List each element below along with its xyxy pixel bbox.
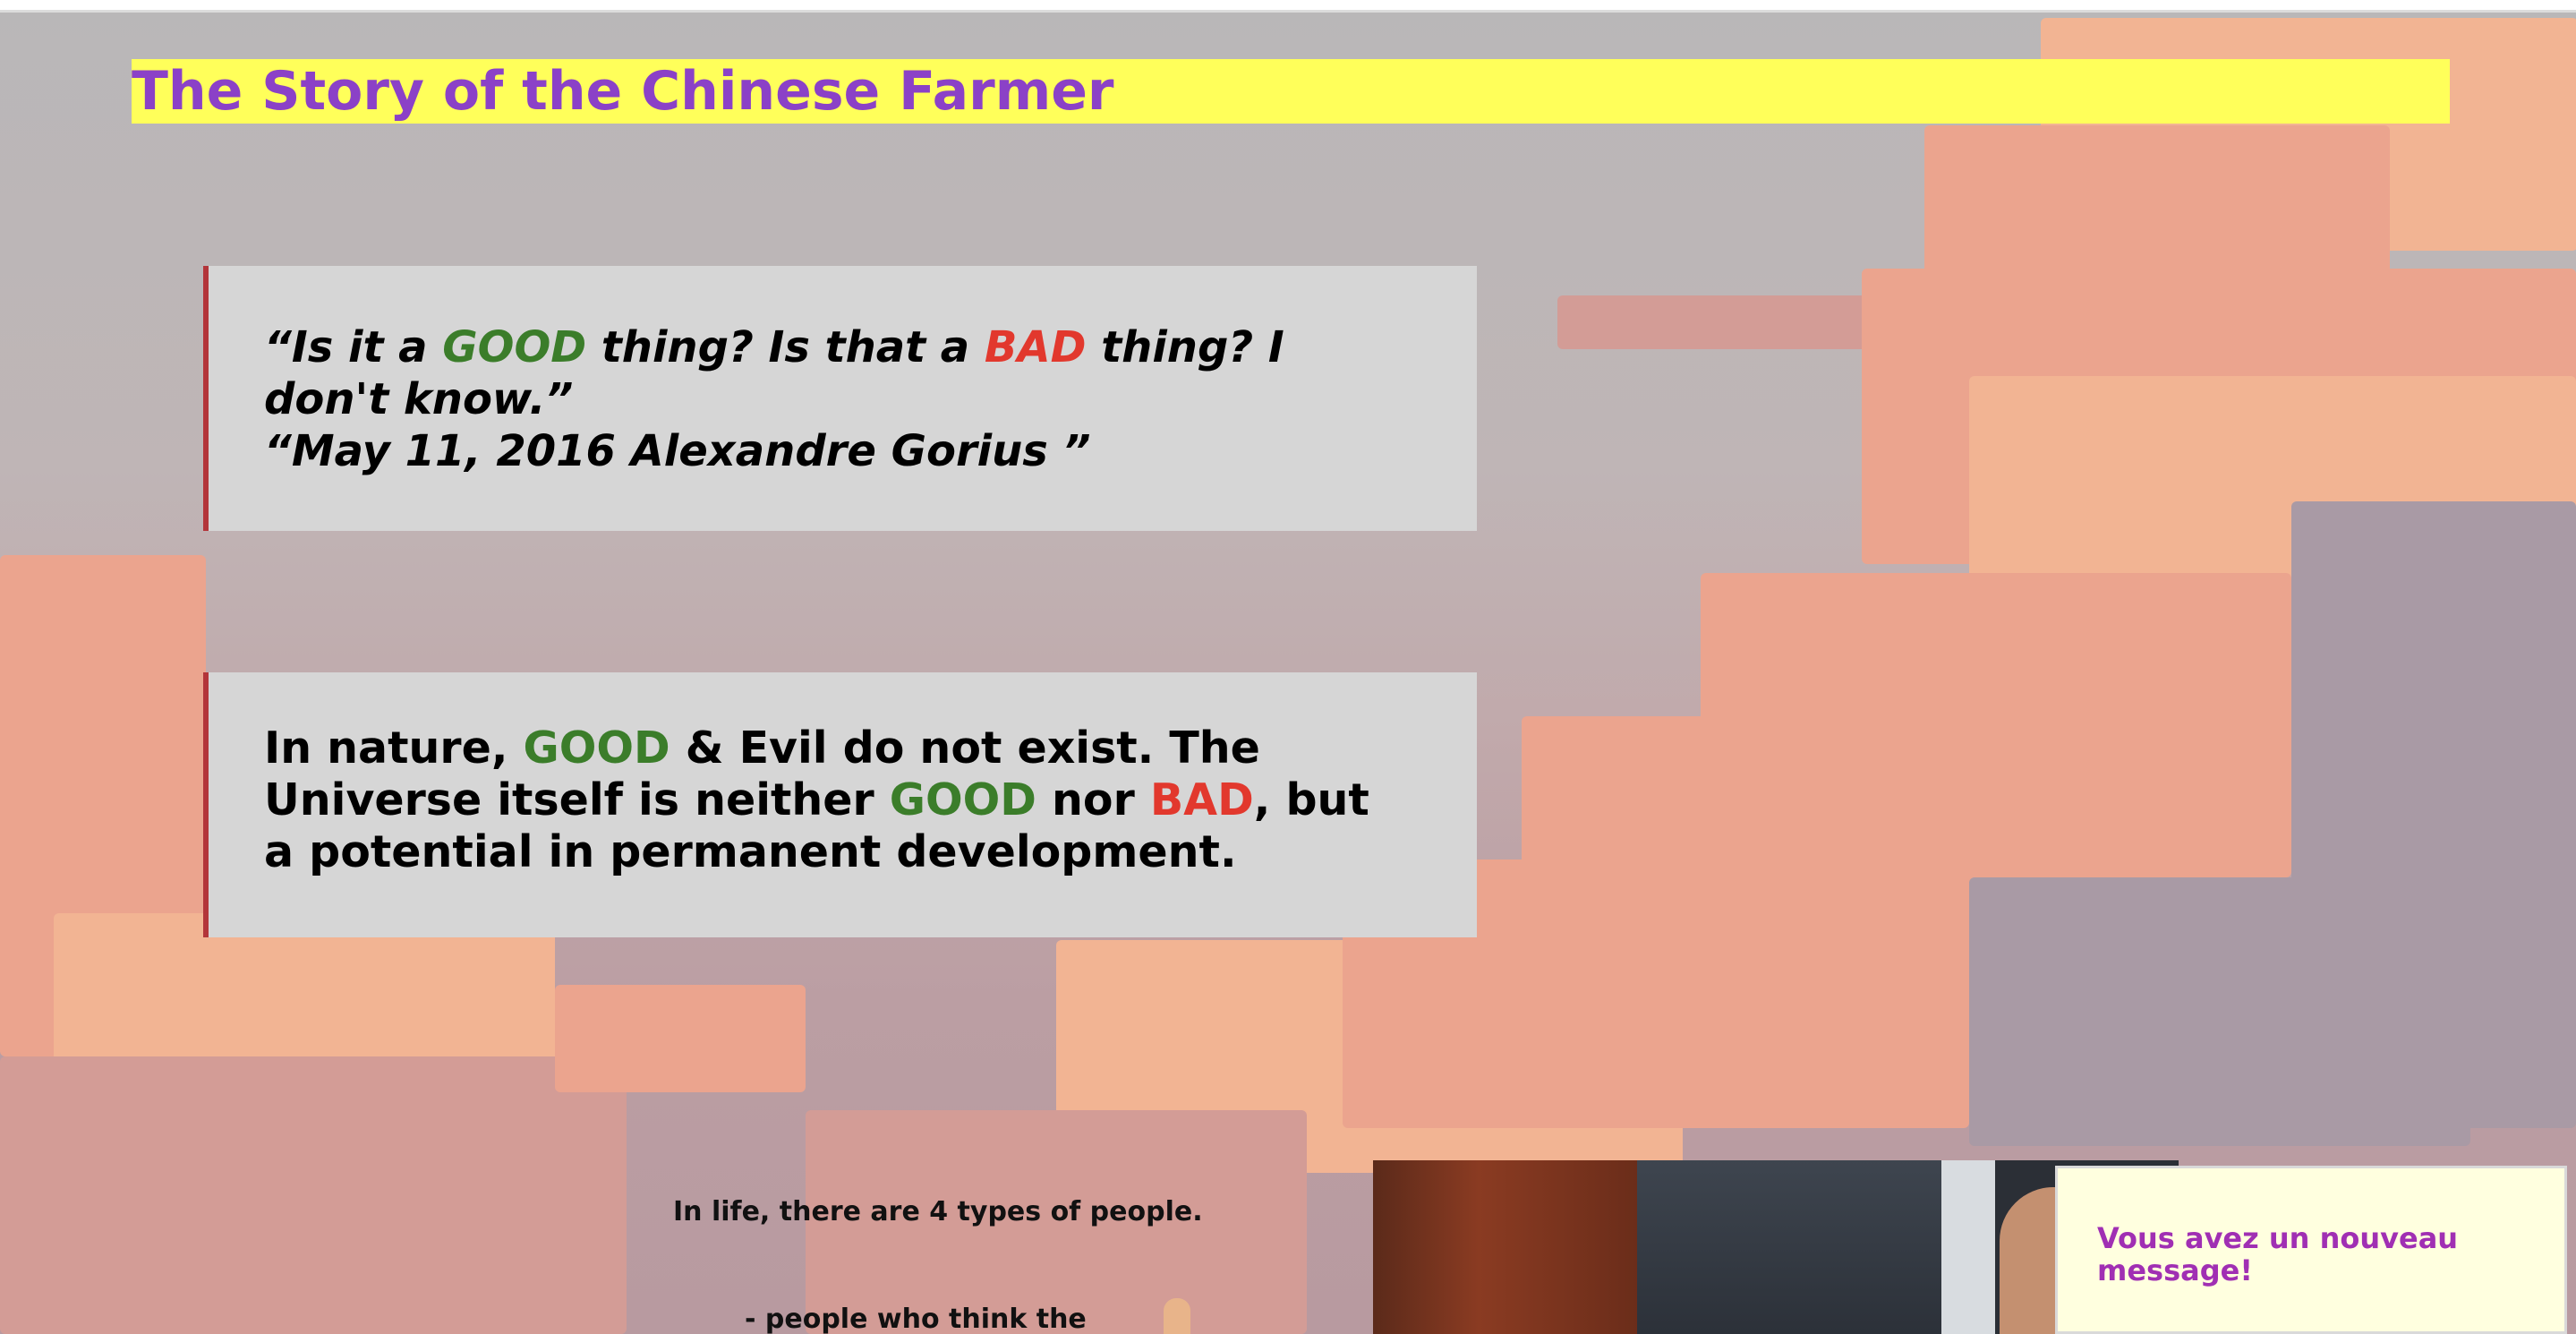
nature-good-word-2: GOOD: [889, 774, 1036, 825]
quote-part-1: “Is it a: [264, 322, 443, 372]
quote-panel: “Is it a GOOD thing? Is that a BAD thing…: [203, 266, 1477, 531]
nature-part-1: In nature,: [264, 723, 524, 774]
types-intro-text: In life, there are 4 types of people.: [673, 1196, 1203, 1227]
thumbs-up-icon: [1164, 1298, 1190, 1334]
quote-bad-word: BAD: [984, 322, 1087, 372]
page-viewport: The Story of the Chinese Farmer “Is it a…: [0, 0, 2576, 1334]
quote-part-2: thing? Is that a: [586, 322, 985, 372]
nature-good-word-1: GOOD: [523, 723, 670, 774]
nature-part-3: nor: [1036, 774, 1150, 825]
quote-text: “Is it a GOOD thing? Is that a BAD thing…: [264, 321, 1374, 477]
quote-good-word: GOOD: [442, 322, 587, 372]
nature-text: In nature, GOOD & Evil do not exist. The…: [264, 723, 1392, 878]
notification-message: Vous avez un nouveau message!: [2097, 1221, 2459, 1287]
page-title-bar: The Story of the Chinese Farmer: [132, 59, 2450, 124]
browser-top-edge: [0, 0, 2576, 13]
nature-panel: In nature, GOOD & Evil do not exist. The…: [203, 672, 1477, 937]
new-message-notification[interactable]: Vous avez un nouveau message!: [2055, 1166, 2567, 1334]
types-first-item: - people who think the: [745, 1304, 1087, 1334]
quote-attribution: “May 11, 2016 Alexandre Gorius ”: [264, 426, 1091, 476]
page-title: The Story of the Chinese Farmer: [132, 60, 1114, 123]
nature-bad-word: BAD: [1149, 774, 1254, 825]
